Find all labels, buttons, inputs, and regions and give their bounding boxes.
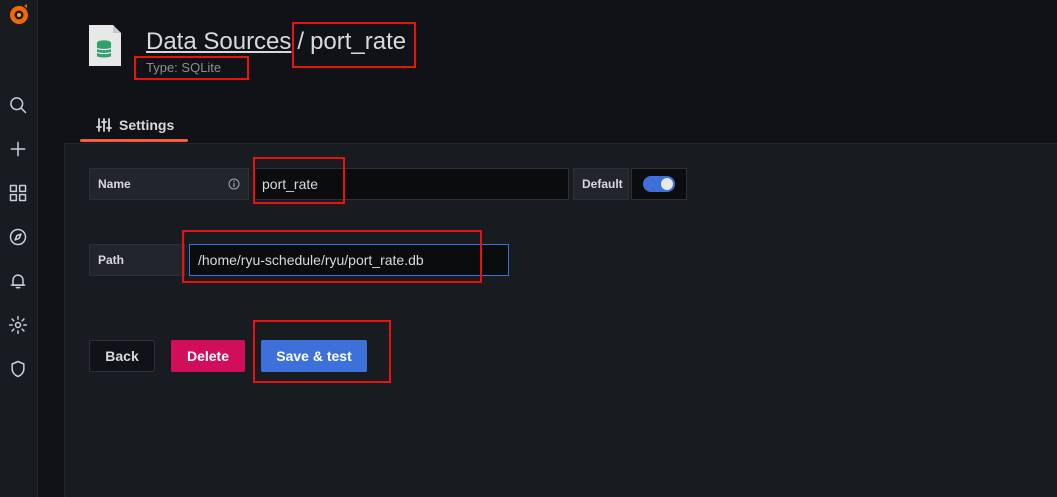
sliders-icon xyxy=(96,117,112,132)
name-input[interactable]: port_rate xyxy=(253,168,569,200)
path-input[interactable]: /home/ryu-schedule/ryu/port_rate.db xyxy=(189,244,509,276)
name-input-value: port_rate xyxy=(262,176,319,192)
datasource-name-title: port_rate xyxy=(310,28,407,55)
save-and-test-button[interactable]: Save & test xyxy=(261,340,367,372)
toggle-switch[interactable] xyxy=(643,176,675,192)
search-icon[interactable] xyxy=(7,94,29,116)
datasource-type: Type: SQLite xyxy=(146,60,222,75)
dashboards-icon[interactable] xyxy=(7,182,29,204)
gear-icon[interactable] xyxy=(7,314,29,336)
path-label-text: Path xyxy=(98,253,125,267)
bell-icon[interactable] xyxy=(7,270,29,292)
default-label: Default xyxy=(573,168,629,200)
explore-icon[interactable] xyxy=(7,226,29,248)
toggle-knob xyxy=(661,178,673,190)
tab-settings-label: Settings xyxy=(119,116,175,133)
shield-icon[interactable] xyxy=(7,358,29,380)
grafana-logo-icon[interactable] xyxy=(7,2,31,26)
tab-settings[interactable]: Settings xyxy=(80,106,188,143)
name-label: Name xyxy=(89,168,249,200)
back-button[interactable]: Back xyxy=(89,340,155,372)
breadcrumb-data-sources[interactable]: Data Sources xyxy=(146,28,291,55)
page-title: Data Sources / port_rate xyxy=(146,28,406,56)
plus-icon[interactable] xyxy=(7,138,29,160)
path-input-value: /home/ryu-schedule/ryu/port_rate.db xyxy=(198,252,424,268)
sidebar xyxy=(0,0,38,497)
default-label-text: Default xyxy=(582,177,623,191)
sqlite-datasource-icon xyxy=(87,23,123,68)
default-toggle[interactable] xyxy=(631,168,687,200)
info-icon[interactable] xyxy=(228,178,240,190)
active-tab-indicator xyxy=(80,139,188,142)
name-label-text: Name xyxy=(98,177,131,191)
breadcrumb-separator: / xyxy=(297,28,305,55)
path-label: Path xyxy=(89,244,185,276)
delete-button[interactable]: Delete xyxy=(171,340,245,372)
